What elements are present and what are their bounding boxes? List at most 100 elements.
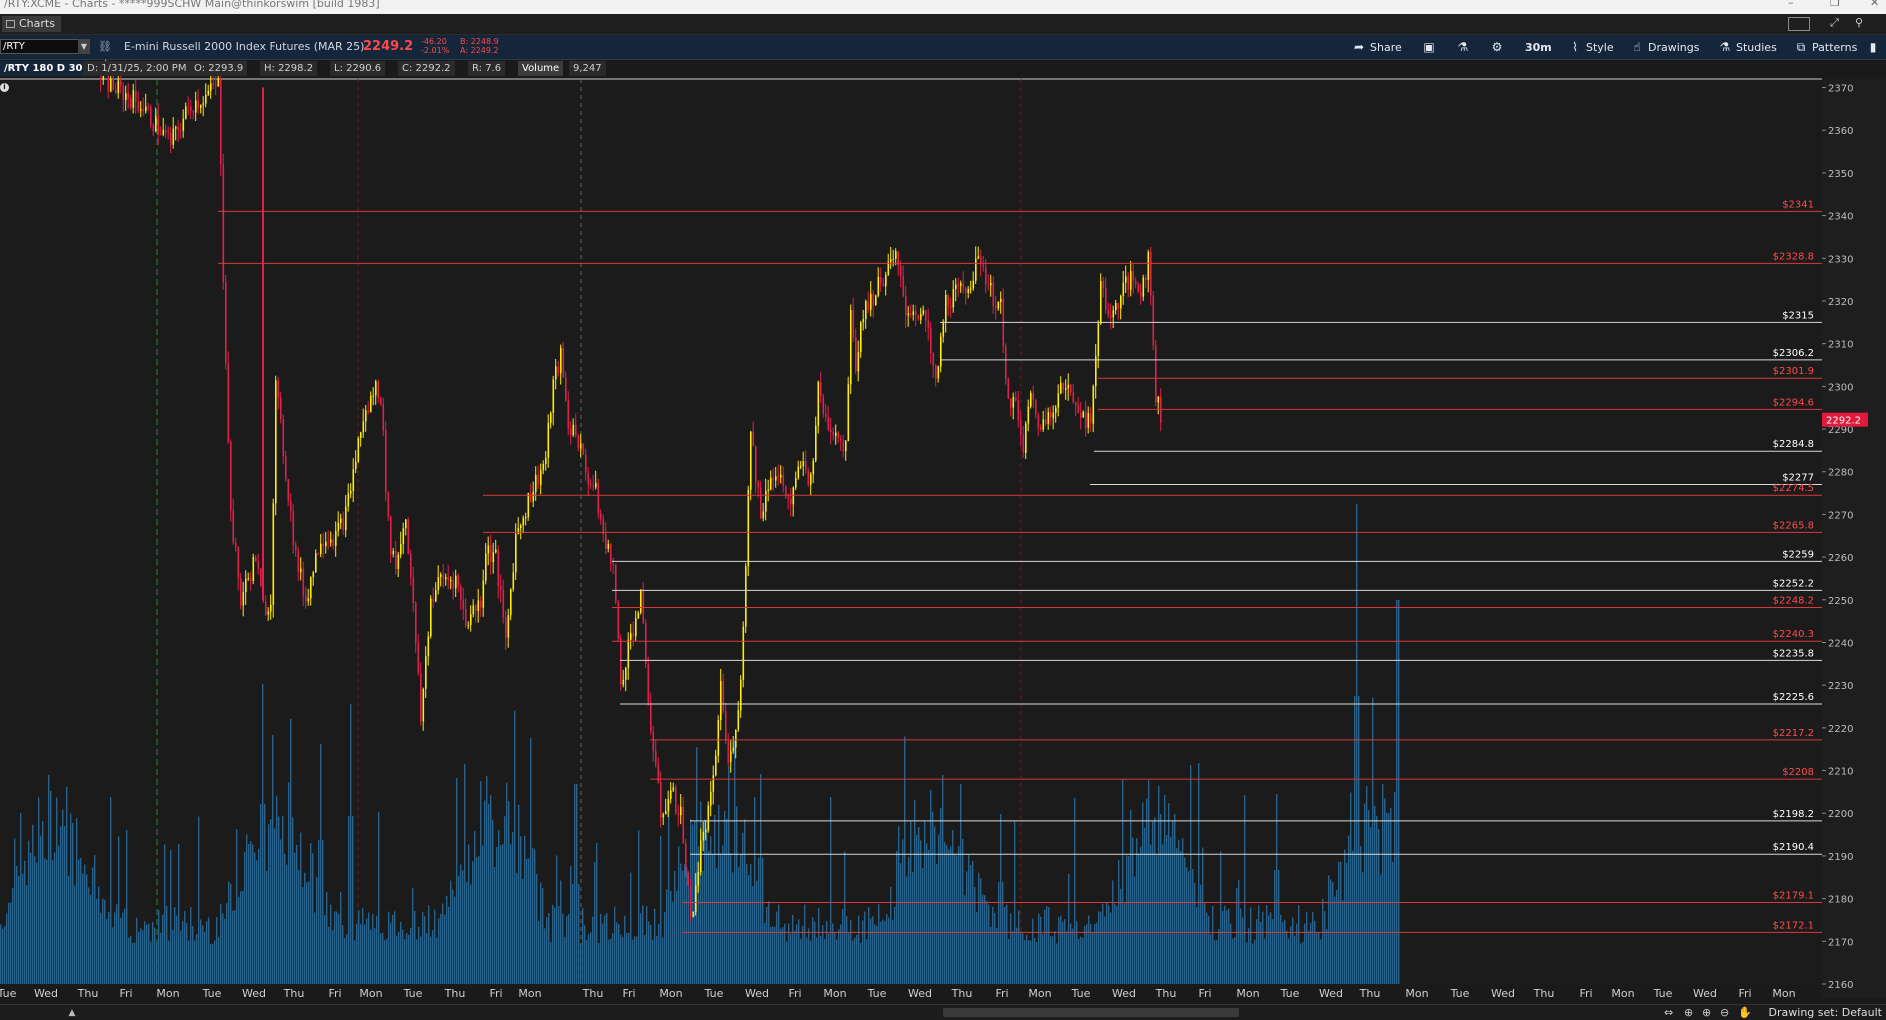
volume-bar [2, 928, 4, 984]
horizontal-scrollbar[interactable]: ▲ ⇔ ⊕ ⊕ ⊖ ✋ Drawing set: Default [0, 1004, 1886, 1020]
x-tick-label: Mon [156, 987, 179, 1000]
candle-body [472, 605, 475, 615]
volume-bar [452, 889, 454, 984]
level-label: $2248.2 [1773, 595, 1814, 606]
candle-body [392, 550, 395, 555]
volume-bar [1374, 805, 1376, 984]
candle-body [182, 118, 185, 131]
y-tick-label: 2280 [1828, 468, 1853, 479]
candle-body [670, 790, 672, 799]
volume-bar [352, 816, 354, 984]
volume-bar [1204, 903, 1206, 984]
volume-bar [618, 923, 620, 984]
volume-bar [850, 920, 852, 984]
volume-bar [1190, 765, 1192, 984]
volume-bar [474, 831, 476, 984]
volume-bar [888, 917, 890, 984]
scroll-left-icon[interactable]: ▲ [64, 1008, 80, 1018]
candle-body [222, 164, 225, 283]
candle-body [647, 663, 650, 704]
scroll-thumb[interactable] [943, 1008, 1239, 1017]
volume-bar [46, 859, 48, 984]
candle-body [1017, 400, 1020, 420]
candle-body [942, 322, 945, 337]
x-tick-label: Thu [1533, 987, 1555, 1000]
candle-body [285, 456, 287, 480]
volume-bar [260, 804, 262, 984]
zoom-in-icon[interactable]: ⊕ [1702, 1006, 1711, 1019]
candle-body [690, 885, 692, 917]
volume-bar [1042, 934, 1044, 984]
candle-body [675, 787, 677, 813]
pan-hand-icon[interactable]: ✋ [1738, 1006, 1752, 1019]
volume-bar [1382, 784, 1384, 984]
candle-body [1012, 396, 1015, 408]
candle-body [292, 511, 295, 546]
candle-body [1035, 400, 1037, 415]
volume-bar [526, 858, 528, 984]
candle-body [700, 840, 702, 872]
volume-bar [820, 935, 822, 984]
candle-body [975, 258, 977, 281]
candle-body [462, 600, 465, 610]
volume-bar [510, 844, 512, 984]
level-label: $2277 [1782, 473, 1814, 484]
volume-bar [1242, 917, 1244, 984]
candle-body [682, 806, 685, 844]
candle-body [297, 550, 300, 573]
expand-icon[interactable]: ⇔ [1664, 1006, 1673, 1019]
candle-body [495, 549, 497, 553]
volume-bar [308, 881, 310, 984]
y-tick-label: 2240 [1828, 638, 1853, 649]
candle-body [122, 85, 125, 101]
candle-body [1042, 419, 1045, 430]
volume-bar [908, 857, 910, 984]
x-tick-label: Tue [867, 987, 887, 1000]
candle-body [257, 561, 260, 569]
x-tick-label: Mon [1611, 987, 1634, 1000]
volume-bar [356, 923, 358, 984]
volume-bar [298, 869, 300, 984]
candle-body [835, 432, 837, 436]
volume-bar [632, 939, 634, 984]
candle-body [822, 396, 825, 414]
volume-bar [1286, 930, 1288, 984]
volume-bar [826, 920, 828, 984]
volume-bar [1128, 855, 1130, 984]
volume-bar [1250, 907, 1252, 984]
candle-body [250, 578, 252, 581]
candle-body [457, 575, 460, 587]
volume-bar [374, 928, 376, 984]
level-label: $2328.8 [1773, 251, 1814, 262]
candle-body [745, 566, 747, 627]
volume-bar [1164, 795, 1166, 984]
volume-bar [868, 907, 870, 984]
volume-bar [1264, 938, 1266, 984]
volume-bar [244, 851, 246, 984]
candle-body [807, 470, 810, 485]
candle-body [275, 380, 277, 504]
volume-bar [676, 890, 678, 984]
volume-bar [670, 890, 672, 984]
candle-body [570, 428, 572, 436]
level-label: $2252.2 [1773, 578, 1814, 589]
zoom-out-icon[interactable]: ⊖ [1720, 1006, 1729, 1019]
volume-bar [1214, 940, 1216, 984]
volume-bar [814, 921, 816, 984]
volume-bar [1348, 835, 1350, 984]
candle-body [857, 352, 860, 372]
candle-body [1022, 435, 1025, 453]
candle-body [162, 129, 165, 135]
candle-body [1015, 396, 1017, 401]
price-chart[interactable]: $2341 $2328.8 $2315 $2306.2 $2301.9 $2294.6 $2… [0, 0, 1886, 1019]
info-icon[interactable]: i [0, 83, 9, 92]
candle-body [240, 578, 242, 606]
candle-body [920, 314, 922, 320]
volume-bar [492, 819, 494, 984]
volume-bar [1146, 798, 1148, 984]
volume-bar [1176, 848, 1178, 984]
volume-bar [1206, 912, 1208, 984]
candle-body [580, 443, 582, 449]
crosshair-icon[interactable]: ⊕ [1684, 1006, 1693, 1019]
volume-bar [702, 870, 704, 984]
